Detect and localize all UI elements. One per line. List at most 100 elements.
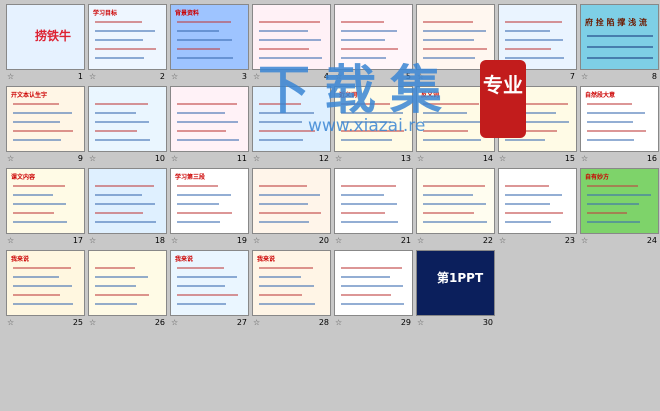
slide-preview[interactable] xyxy=(334,4,413,70)
transition-star-icon[interactable]: ☆ xyxy=(499,71,506,82)
slide-preview[interactable] xyxy=(170,86,249,152)
slide-thumbnail-17[interactable]: 课文内容 ☆ 17 xyxy=(6,168,86,248)
slide-thumbnail-11[interactable]: ☆ 11 xyxy=(170,86,250,166)
text-line xyxy=(13,303,73,305)
transition-star-icon[interactable]: ☆ xyxy=(417,235,424,246)
slide-preview[interactable] xyxy=(252,168,331,234)
slide-thumbnail-19[interactable]: 学习第三段 ☆ 19 xyxy=(170,168,250,248)
slide-thumbnail-2[interactable]: 学习目标 ☆ 2 xyxy=(88,4,168,84)
slide-preview[interactable] xyxy=(498,4,577,70)
transition-star-icon[interactable]: ☆ xyxy=(89,317,96,328)
text-line xyxy=(95,103,148,105)
slide-thumbnail-6[interactable]: ☆ 6 xyxy=(416,4,496,84)
slide-preview[interactable] xyxy=(252,86,331,152)
text-line xyxy=(95,221,156,223)
slide-preview[interactable]: 学习目标 xyxy=(88,4,167,70)
transition-star-icon[interactable]: ☆ xyxy=(7,153,14,164)
slide-preview[interactable]: 府 拴 陷 撑 浅 流 xyxy=(580,4,659,70)
transition-star-icon[interactable]: ☆ xyxy=(581,71,588,82)
slide-preview[interactable]: 背景资料 xyxy=(170,4,249,70)
slide-preview[interactable]: 学习第三段 xyxy=(170,168,249,234)
slide-preview[interactable] xyxy=(416,168,495,234)
slide-preview[interactable] xyxy=(88,250,167,316)
transition-star-icon[interactable]: ☆ xyxy=(89,153,96,164)
slide-thumbnail-27[interactable]: 我来说 ☆ 27 xyxy=(170,250,250,330)
transition-star-icon[interactable]: ☆ xyxy=(253,153,260,164)
transition-star-icon[interactable]: ☆ xyxy=(89,235,96,246)
transition-star-icon[interactable]: ☆ xyxy=(171,153,178,164)
transition-star-icon[interactable]: ☆ xyxy=(499,235,506,246)
text-line xyxy=(587,103,632,105)
slide-thumbnail-8[interactable]: 府 拴 陷 撑 浅 流 ☆ 8 xyxy=(580,4,660,84)
slide-preview[interactable] xyxy=(88,86,167,152)
transition-star-icon[interactable]: ☆ xyxy=(253,317,260,328)
slide-thumbnail-24[interactable]: 自有妙方 ☆ 24 xyxy=(580,168,660,248)
slide-preview[interactable]: 我来说 xyxy=(6,250,85,316)
transition-star-icon[interactable]: ☆ xyxy=(7,235,14,246)
slide-preview[interactable]: 我来说 xyxy=(170,250,249,316)
slide-thumbnail-16[interactable]: 自然段大意 ☆ 16 xyxy=(580,86,660,166)
transition-star-icon[interactable]: ☆ xyxy=(581,153,588,164)
slide-thumbnail-10[interactable]: ☆ 10 xyxy=(88,86,168,166)
slide-thumbnail-30[interactable]: 第1PPT ☆ 30 xyxy=(416,250,496,330)
slide-thumbnail-29[interactable]: ☆ 29 xyxy=(334,250,414,330)
text-line xyxy=(259,112,314,114)
text-line xyxy=(341,276,390,278)
slide-preview[interactable]: 反义词 xyxy=(416,86,495,152)
slide-preview[interactable] xyxy=(334,168,413,234)
slide-preview[interactable] xyxy=(252,4,331,70)
slide-preview[interactable]: 自有妙方 xyxy=(580,168,659,234)
text-line xyxy=(177,212,232,214)
slide-preview[interactable]: 自然段大意 xyxy=(580,86,659,152)
transition-star-icon[interactable]: ☆ xyxy=(89,71,96,82)
transition-star-icon[interactable]: ☆ xyxy=(253,71,260,82)
transition-star-icon[interactable]: ☆ xyxy=(7,317,14,328)
slide-thumbnail-15[interactable]: ☆ 15 xyxy=(498,86,578,166)
transition-star-icon[interactable]: ☆ xyxy=(417,317,424,328)
slide-thumbnail-9[interactable]: 开文本认生字 ☆ 9 xyxy=(6,86,86,166)
slide-preview[interactable] xyxy=(88,168,167,234)
slide-preview[interactable]: 开文本认生字 xyxy=(6,86,85,152)
slide-thumbnail-20[interactable]: ☆ 20 xyxy=(252,168,332,248)
slide-thumbnail-26[interactable]: ☆ 26 xyxy=(88,250,168,330)
slide-thumbnail-25[interactable]: 我来说 ☆ 25 xyxy=(6,250,86,330)
slide-thumbnail-13[interactable]: 近义词 ☆ 13 xyxy=(334,86,414,166)
transition-star-icon[interactable]: ☆ xyxy=(581,235,588,246)
slide-thumbnail-14[interactable]: 反义词 ☆ 14 xyxy=(416,86,496,166)
transition-star-icon[interactable]: ☆ xyxy=(417,71,424,82)
slide-preview[interactable]: 第1PPT xyxy=(416,250,495,316)
slide-preview[interactable]: 近义词 xyxy=(334,86,413,152)
text-line xyxy=(95,21,142,23)
slide-thumbnail-1[interactable]: 捞铁牛 ☆ 1 xyxy=(6,4,86,84)
text-line xyxy=(177,267,224,269)
transition-star-icon[interactable]: ☆ xyxy=(335,71,342,82)
slide-thumbnail-12[interactable]: ☆ 12 xyxy=(252,86,332,166)
slide-preview[interactable]: 课文内容 xyxy=(6,168,85,234)
slide-thumbnail-28[interactable]: 我来说 ☆ 28 xyxy=(252,250,332,330)
transition-star-icon[interactable]: ☆ xyxy=(7,71,14,82)
transition-star-icon[interactable]: ☆ xyxy=(417,153,424,164)
transition-star-icon[interactable]: ☆ xyxy=(171,317,178,328)
slide-thumbnail-21[interactable]: ☆ 21 xyxy=(334,168,414,248)
slide-preview[interactable] xyxy=(498,86,577,152)
transition-star-icon[interactable]: ☆ xyxy=(171,71,178,82)
transition-star-icon[interactable]: ☆ xyxy=(171,235,178,246)
slide-preview[interactable] xyxy=(334,250,413,316)
slide-thumbnail-18[interactable]: ☆ 18 xyxy=(88,168,168,248)
transition-star-icon[interactable]: ☆ xyxy=(335,235,342,246)
slide-preview[interactable] xyxy=(498,168,577,234)
slide-preview[interactable] xyxy=(416,4,495,70)
slide-thumbnail-23[interactable]: ☆ 23 xyxy=(498,168,578,248)
text-line xyxy=(341,185,396,187)
slide-thumbnail-5[interactable]: ☆ 5 xyxy=(334,4,414,84)
transition-star-icon[interactable]: ☆ xyxy=(335,317,342,328)
slide-preview[interactable]: 我来说 xyxy=(252,250,331,316)
transition-star-icon[interactable]: ☆ xyxy=(499,153,506,164)
slide-thumbnail-22[interactable]: ☆ 22 xyxy=(416,168,496,248)
slide-thumbnail-7[interactable]: ☆ 7 xyxy=(498,4,578,84)
transition-star-icon[interactable]: ☆ xyxy=(253,235,260,246)
slide-thumbnail-3[interactable]: 背景资料 ☆ 3 xyxy=(170,4,250,84)
slide-preview[interactable]: 捞铁牛 xyxy=(6,4,85,70)
transition-star-icon[interactable]: ☆ xyxy=(335,153,342,164)
slide-thumbnail-4[interactable]: ☆ 4 xyxy=(252,4,332,84)
